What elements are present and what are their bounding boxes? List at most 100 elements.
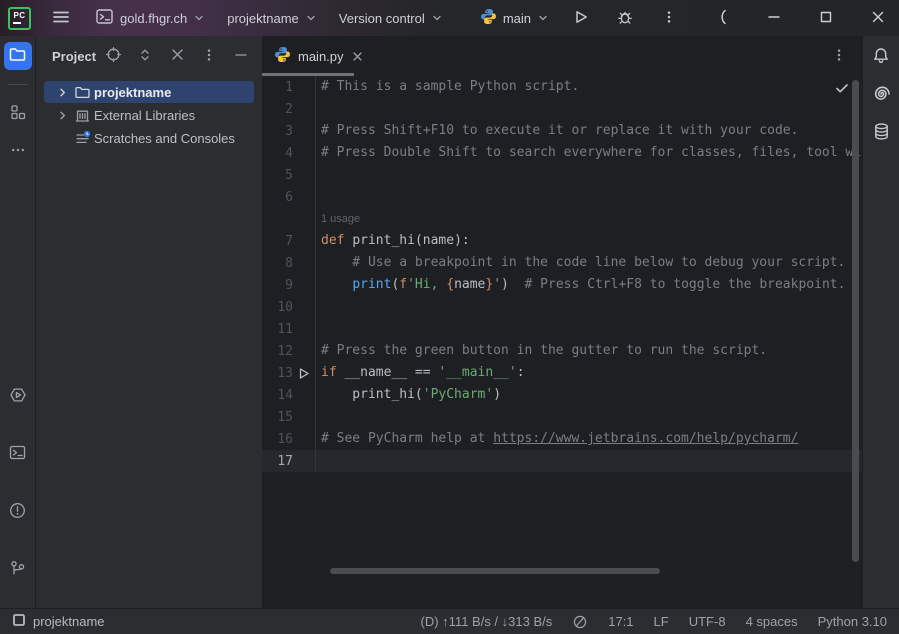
code-line-1[interactable]: 1# This is a sample Python script. [262, 76, 862, 98]
gutter[interactable]: 1 [262, 76, 315, 98]
panel-options-button[interactable] [198, 45, 220, 67]
code-line-15[interactable]: 15 [262, 406, 862, 428]
highlighting-level-icon[interactable] [572, 614, 588, 630]
code-text[interactable]: # Press Double Shift to search everywher… [315, 142, 862, 164]
file-encoding[interactable]: UTF-8 [689, 614, 726, 629]
code-text[interactable]: # See PyCharm help at https://www.jetbra… [315, 428, 862, 450]
database-button[interactable] [870, 122, 892, 144]
tree-item-projektname[interactable]: projektname [44, 81, 254, 103]
code-line-5[interactable]: 5 [262, 164, 862, 186]
window-close-button[interactable] [867, 7, 889, 29]
gutter[interactable]: 6 [262, 186, 315, 208]
code-text[interactable] [315, 296, 862, 318]
code-text[interactable]: if __name__ == '__main__': [315, 362, 862, 384]
main-menu-button[interactable] [49, 6, 73, 30]
window-maximize-button[interactable] [815, 7, 837, 29]
gutter-run-icon[interactable] [296, 362, 315, 384]
tab-main-py[interactable]: main.py [262, 36, 374, 76]
cursor-position[interactable]: 17:1 [608, 614, 633, 629]
usages-inlay-hint[interactable]: 1 usage [315, 208, 862, 230]
run-configuration-dropdown[interactable]: main [480, 8, 549, 28]
code-line-3[interactable]: 3# Press Shift+F10 to execute it or repl… [262, 120, 862, 142]
remote-host-dropdown[interactable]: gold.fhgr.ch [95, 7, 205, 29]
gutter[interactable]: 5 [262, 164, 315, 186]
vertical-scrollbar[interactable] [852, 80, 859, 562]
python-interpreter[interactable]: Python 3.10 [818, 614, 887, 629]
expand-collapse-button[interactable] [134, 45, 156, 67]
horizontal-scrollbar[interactable] [330, 568, 660, 574]
code-text[interactable] [315, 98, 862, 120]
tree-item-external-libraries[interactable]: External Libraries [44, 104, 254, 126]
code-line-4[interactable]: 4# Press Double Shift to search everywhe… [262, 142, 862, 164]
code-text[interactable]: print(f'Hi, {name}') # Press Ctrl+F8 to … [315, 274, 862, 296]
code-line-7[interactable]: 7def print_hi(name): [262, 230, 862, 252]
editor-options-button[interactable] [828, 45, 850, 67]
status-project-widget[interactable]: projektname [12, 613, 105, 630]
code-text[interactable]: def print_hi(name): [315, 230, 862, 252]
more-actions-button[interactable] [657, 6, 681, 30]
problems-tool-window-button[interactable] [4, 498, 32, 526]
gutter[interactable]: 12 [262, 340, 315, 362]
gutter[interactable]: 9 [262, 274, 315, 296]
hide-panel-button[interactable] [230, 45, 252, 67]
tab-close-icon[interactable] [351, 50, 364, 63]
gutter[interactable]: 3 [262, 120, 315, 142]
ai-assistant-button[interactable] [870, 84, 892, 106]
code-line-12[interactable]: 12# Press the green button in the gutter… [262, 340, 862, 362]
inspections-ok-icon[interactable] [834, 80, 850, 100]
gutter[interactable]: 16 [262, 428, 315, 450]
code-text[interactable] [315, 450, 862, 472]
gutter[interactable]: 8 [262, 252, 315, 274]
code-text[interactable]: print_hi('PyCharm') [315, 384, 862, 406]
code-line-9[interactable]: 9 print(f'Hi, {name}') # Press Ctrl+F8 t… [262, 274, 862, 296]
code-line-16[interactable]: 16# See PyCharm help at https://www.jetb… [262, 428, 862, 450]
window-minimize-button[interactable] [763, 7, 785, 29]
debug-button[interactable] [613, 6, 637, 30]
terminal-tool-window-button[interactable] [4, 440, 32, 468]
code-text[interactable]: # This is a sample Python script. [315, 76, 862, 98]
run-tool-window-button[interactable] [4, 382, 32, 410]
window-shade-button[interactable] [711, 7, 733, 29]
line-separator[interactable]: LF [654, 614, 669, 629]
code-line-11[interactable]: 11 [262, 318, 862, 340]
code-line-8[interactable]: 8 # Use a breakpoint in the code line be… [262, 252, 862, 274]
code-editor[interactable]: 1# This is a sample Python script.23# Pr… [262, 76, 862, 608]
git-tool-window-button[interactable] [4, 556, 32, 584]
structure-tool-button[interactable] [4, 99, 32, 127]
gutter[interactable]: 14 [262, 384, 315, 406]
chevron-right-icon[interactable] [56, 109, 74, 122]
code-line-2[interactable]: 2 [262, 98, 862, 120]
gutter[interactable]: 4 [262, 142, 315, 164]
run-button[interactable] [569, 6, 593, 30]
gutter[interactable]: 17 [262, 450, 315, 472]
code-text[interactable] [315, 406, 862, 428]
chevron-right-icon[interactable] [56, 86, 74, 99]
collapse-all-button[interactable] [166, 45, 188, 67]
code-line-10[interactable]: 10 [262, 296, 862, 318]
gutter[interactable]: 2 [262, 98, 315, 120]
code-line-13[interactable]: 13if __name__ == '__main__': [262, 362, 862, 384]
project-tool-button[interactable] [4, 42, 32, 70]
project-dropdown[interactable]: projektname [227, 11, 317, 26]
code-text[interactable] [315, 318, 862, 340]
more-tool-windows-button[interactable] [4, 137, 32, 165]
select-opened-file-button[interactable] [102, 45, 124, 67]
code-text[interactable]: # Press the green button in the gutter t… [315, 340, 862, 362]
vcs-dropdown[interactable]: Version control [339, 11, 443, 26]
code-text[interactable]: # Press Shift+F10 to execute it or repla… [315, 120, 862, 142]
code-line-14[interactable]: 14 print_hi('PyCharm') [262, 384, 862, 406]
inlay-row[interactable]: 1 usage [262, 208, 862, 230]
code-line-6[interactable]: 6 [262, 186, 862, 208]
gutter[interactable]: 7 [262, 230, 315, 252]
gutter[interactable]: 15 [262, 406, 315, 428]
code-text[interactable] [315, 186, 862, 208]
gutter[interactable]: 13 [262, 362, 315, 384]
indent-style[interactable]: 4 spaces [746, 614, 798, 629]
gutter[interactable]: 10 [262, 296, 315, 318]
code-text[interactable]: # Use a breakpoint in the code line belo… [315, 252, 862, 274]
tree-item-scratches-and-consoles[interactable]: Scratches and Consoles [44, 127, 254, 149]
code-line-17[interactable]: 17 [262, 450, 862, 472]
gutter[interactable]: 11 [262, 318, 315, 340]
notifications-button[interactable] [870, 46, 892, 68]
gutter[interactable] [262, 208, 315, 230]
